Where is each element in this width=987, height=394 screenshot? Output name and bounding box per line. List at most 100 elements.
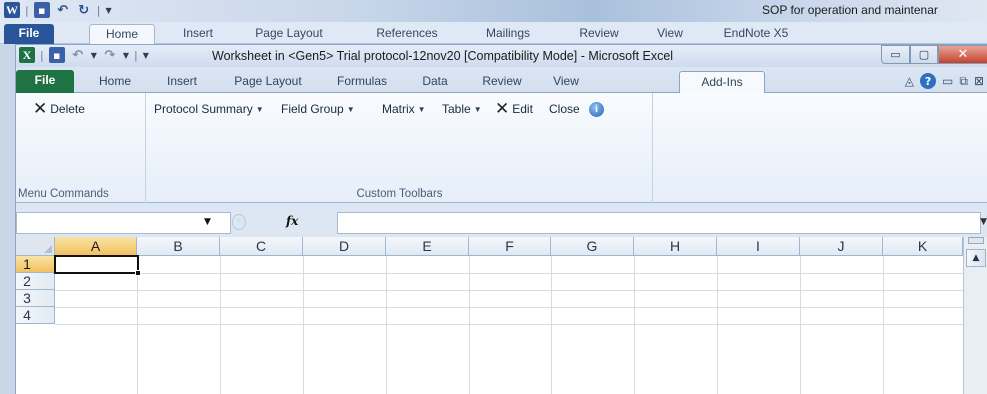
protocol-summary-button[interactable]: Protocol Summary ▼ bbox=[154, 102, 264, 116]
maximize-button[interactable]: ▢ bbox=[910, 45, 938, 64]
undo-icon[interactable]: ↶ bbox=[70, 47, 86, 63]
excel-logo-icon[interactable]: X bbox=[19, 47, 35, 63]
matrix-button[interactable]: Matrix ▼ bbox=[382, 102, 426, 116]
name-box[interactable] bbox=[16, 212, 231, 234]
column-header-e[interactable]: E bbox=[386, 237, 469, 256]
edit-label: Edit bbox=[512, 102, 533, 116]
column-header-d[interactable]: D bbox=[303, 237, 386, 256]
tab-add-ins[interactable]: Add-Ins bbox=[679, 71, 765, 93]
column-header-b[interactable]: B bbox=[137, 237, 220, 256]
undo-icon[interactable]: ↶ bbox=[55, 2, 71, 18]
row-header-1[interactable]: 1 bbox=[16, 256, 55, 273]
separator: | bbox=[134, 48, 138, 62]
word-tab-view[interactable]: View bbox=[648, 24, 692, 44]
insert-function-icon[interactable]: fx bbox=[286, 214, 298, 228]
row-header-2[interactable]: 2 bbox=[16, 273, 55, 290]
delete-button[interactable]: ✕ Delete bbox=[33, 100, 85, 117]
tab-view[interactable]: View bbox=[543, 71, 589, 93]
gridline bbox=[137, 256, 138, 394]
close-toolbar-button[interactable]: Close bbox=[549, 102, 580, 116]
excel-window: X | ▪ ↶ ▼ ↷ ▼ | ▼ Worksheet in <Gen5> Tr… bbox=[15, 44, 987, 394]
collapse-ribbon-icon[interactable]: ◬ bbox=[905, 74, 914, 88]
word-tab-home[interactable]: Home bbox=[89, 24, 155, 44]
separator: | bbox=[40, 48, 44, 62]
column-header-i[interactable]: I bbox=[717, 237, 800, 256]
column-header-c[interactable]: C bbox=[220, 237, 303, 256]
word-ribbon-tabs: File Home Insert Page Layout References … bbox=[0, 22, 987, 44]
gridline bbox=[303, 256, 304, 394]
word-quick-access-toolbar: W | ▪ ↶ ↻ | ▼ bbox=[4, 2, 112, 18]
tab-insert[interactable]: Insert bbox=[154, 71, 210, 93]
help-icon[interactable]: ? bbox=[920, 73, 937, 89]
window-controls: ▭ ▢ ✕ bbox=[881, 45, 987, 64]
delete-label: Delete bbox=[50, 102, 85, 116]
select-all-button[interactable] bbox=[16, 237, 55, 256]
edit-button[interactable]: ✕ Edit bbox=[495, 100, 533, 117]
word-tab-review[interactable]: Review bbox=[566, 24, 632, 44]
customize-qat-chevron-down-icon[interactable]: ▼ bbox=[105, 6, 111, 15]
separator: | bbox=[25, 3, 29, 17]
tab-home[interactable]: Home bbox=[86, 71, 144, 93]
row-header-4[interactable]: 4 bbox=[16, 307, 55, 324]
excel-ribbon-tabs: File Home Insert Page Layout Formulas Da… bbox=[16, 67, 987, 93]
tab-data[interactable]: Data bbox=[409, 71, 461, 93]
vertical-scrollbar[interactable]: ▲ bbox=[963, 237, 987, 394]
expand-formula-bar-chevron-down-icon[interactable]: ▼ bbox=[980, 217, 987, 227]
column-header-g[interactable]: G bbox=[551, 237, 634, 256]
gridline bbox=[55, 273, 963, 274]
gridline bbox=[220, 256, 221, 394]
table-button[interactable]: Table ▼ bbox=[442, 102, 482, 116]
split-box[interactable] bbox=[968, 237, 984, 244]
maximize-icon: ▢ bbox=[918, 48, 930, 61]
word-logo-icon[interactable]: W bbox=[4, 2, 20, 18]
column-header-k[interactable]: K bbox=[883, 237, 963, 256]
column-header-j[interactable]: J bbox=[800, 237, 883, 256]
chevron-down-icon: ▼ bbox=[346, 104, 355, 114]
word-tab-mailings[interactable]: Mailings bbox=[471, 24, 545, 44]
word-tab-page-layout[interactable]: Page Layout bbox=[241, 24, 337, 44]
gridline bbox=[717, 256, 718, 394]
customize-qat-chevron-down-icon[interactable]: ▼ bbox=[143, 51, 149, 60]
word-tab-file[interactable]: File bbox=[4, 24, 54, 44]
tab-page-layout[interactable]: Page Layout bbox=[224, 71, 312, 93]
fill-handle[interactable] bbox=[135, 270, 141, 276]
tab-review[interactable]: Review bbox=[470, 71, 534, 93]
worksheet-grid: A B C D E F G H I J K 1 2 3 4 ▲ bbox=[16, 237, 987, 394]
redo-icon[interactable]: ↷ bbox=[102, 47, 118, 63]
redo-chevron-down-icon[interactable]: ▼ bbox=[123, 51, 129, 60]
minimize-icon: ▭ bbox=[890, 48, 901, 61]
close-label: Close bbox=[549, 102, 580, 116]
word-tab-insert[interactable]: Insert bbox=[168, 24, 228, 44]
word-tab-references[interactable]: References bbox=[362, 24, 452, 44]
info-icon: i bbox=[589, 102, 604, 117]
gridline bbox=[386, 256, 387, 394]
field-group-button[interactable]: Field Group ▼ bbox=[281, 102, 355, 116]
minimize-button[interactable]: ▭ bbox=[881, 45, 910, 64]
save-icon[interactable]: ▪ bbox=[48, 47, 65, 63]
cancel-entry-icon[interactable]: ◦ bbox=[232, 214, 246, 230]
minimize-workbook-icon[interactable]: ▭ bbox=[942, 74, 953, 88]
group-label-custom-toolbars: Custom Toolbars bbox=[356, 188, 443, 200]
name-box-chevron-down-icon[interactable]: ▼ bbox=[204, 217, 211, 227]
row-header-3[interactable]: 3 bbox=[16, 290, 55, 307]
close-workbook-icon[interactable]: ⊠ bbox=[974, 74, 984, 88]
word-titlebar: W | ▪ ↶ ↻ | ▼ SOP for operation and main… bbox=[0, 0, 987, 22]
save-icon[interactable]: ▪ bbox=[33, 2, 50, 18]
formula-input[interactable] bbox=[337, 212, 981, 234]
info-button[interactable]: i bbox=[589, 102, 604, 117]
gridline bbox=[55, 307, 963, 308]
column-header-f[interactable]: F bbox=[469, 237, 551, 256]
restore-workbook-icon[interactable]: ⧉ bbox=[959, 74, 968, 89]
word-tab-endnote[interactable]: EndNote X5 bbox=[712, 24, 800, 44]
close-button[interactable]: ✕ bbox=[938, 45, 987, 64]
column-header-a[interactable]: A bbox=[55, 237, 137, 256]
undo-chevron-down-icon[interactable]: ▼ bbox=[91, 51, 97, 60]
select-all-triangle-icon bbox=[44, 245, 52, 253]
active-cell-a1[interactable] bbox=[54, 255, 139, 274]
tab-formulas[interactable]: Formulas bbox=[327, 71, 397, 93]
column-header-h[interactable]: H bbox=[634, 237, 717, 256]
ribbon-addins-panel: ✕ Delete Menu Commands Protocol Summary … bbox=[16, 93, 987, 203]
scroll-up-button[interactable]: ▲ bbox=[966, 249, 986, 267]
tab-file[interactable]: File bbox=[16, 70, 74, 93]
redo-icon[interactable]: ↻ bbox=[76, 2, 92, 18]
